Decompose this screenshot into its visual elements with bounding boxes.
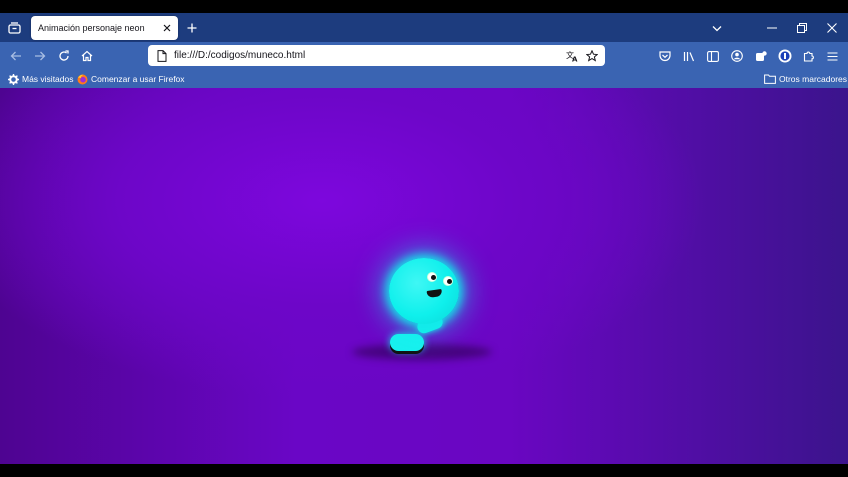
new-tab-button[interactable] [182, 18, 202, 38]
bookmark-get-started[interactable]: Comenzar a usar Firefox [77, 72, 185, 86]
extension-button-2[interactable] [775, 46, 795, 66]
url-text[interactable]: file:///D:/codigos/muneco.html [172, 50, 562, 61]
extension-button-1[interactable] [751, 46, 771, 66]
app-menu-button[interactable] [822, 46, 842, 66]
character-pupil [431, 275, 436, 280]
bookmark-label: Más visitados [22, 74, 74, 84]
close-icon [163, 24, 171, 32]
forward-button[interactable] [30, 46, 50, 66]
restore-icon [797, 23, 807, 33]
page-icon [152, 49, 172, 62]
minimize-button[interactable] [762, 18, 782, 38]
bookmark-label: Otros marcadores [779, 74, 848, 84]
hamburger-icon [827, 51, 837, 61]
character-pupil [447, 279, 452, 284]
tab-list-button[interactable] [0, 14, 28, 42]
sidebar-icon [707, 50, 719, 62]
character-eye-right [443, 276, 453, 286]
folder-icon [764, 74, 776, 84]
character-eye-left [427, 272, 437, 282]
star-icon [586, 49, 598, 62]
chevron-down-icon [712, 25, 722, 31]
tab-active[interactable]: Animación personaje neon [31, 16, 178, 40]
bookmark-star-button[interactable] [582, 49, 602, 62]
navigation-toolbar: file:///D:/codigos/muneco.html 文 A [0, 42, 848, 70]
tab-title: Animación personaje neon [38, 23, 145, 33]
plus-icon [187, 23, 197, 33]
bookmarks-toolbar: Más visitados Comenzar a usar Firefox Ot… [0, 70, 848, 88]
minimize-icon [767, 27, 777, 29]
bookmark-label: Comenzar a usar Firefox [91, 74, 185, 84]
restore-button[interactable] [792, 18, 812, 38]
tab-list-icon [7, 21, 21, 34]
svg-text:A: A [572, 55, 578, 62]
account-icon [731, 50, 743, 62]
tab-close-button[interactable] [159, 20, 175, 36]
reload-button[interactable] [54, 46, 74, 66]
reload-icon [59, 50, 69, 61]
list-all-tabs-button[interactable] [707, 18, 727, 38]
pocket-icon [659, 50, 671, 61]
gear-icon [8, 73, 19, 85]
tab-strip: Animación personaje neon [0, 13, 848, 42]
back-button[interactable] [6, 46, 26, 66]
screen-top-edge [0, 0, 848, 13]
translate-icon: 文 A [566, 50, 578, 62]
puzzle-icon [803, 51, 814, 62]
extension-icon [756, 51, 767, 61]
arrow-left-icon [10, 51, 21, 61]
bookmark-most-visited[interactable]: Más visitados [8, 72, 74, 86]
translate-button[interactable]: 文 A [562, 50, 582, 62]
screen-bottom-edge [0, 464, 848, 477]
close-window-button[interactable] [822, 18, 842, 38]
bookmark-other[interactable]: Otros marcadores [764, 72, 847, 86]
address-bar[interactable]: file:///D:/codigos/muneco.html 文 A [148, 45, 605, 66]
library-button[interactable] [679, 46, 699, 66]
library-icon [683, 51, 695, 61]
account-button[interactable] [727, 46, 747, 66]
neon-character-body [389, 258, 459, 324]
extensions-button[interactable] [799, 46, 819, 66]
home-icon [81, 50, 93, 62]
home-button[interactable] [77, 46, 97, 66]
circle-badge-icon [778, 49, 792, 63]
close-icon [827, 23, 837, 33]
page-content [0, 88, 848, 464]
arrow-right-icon [35, 51, 46, 61]
pocket-button[interactable] [655, 46, 675, 66]
character-mouth [426, 288, 443, 299]
character-foot [390, 334, 424, 351]
sidebar-button[interactable] [703, 46, 723, 66]
firefox-icon [77, 74, 88, 84]
